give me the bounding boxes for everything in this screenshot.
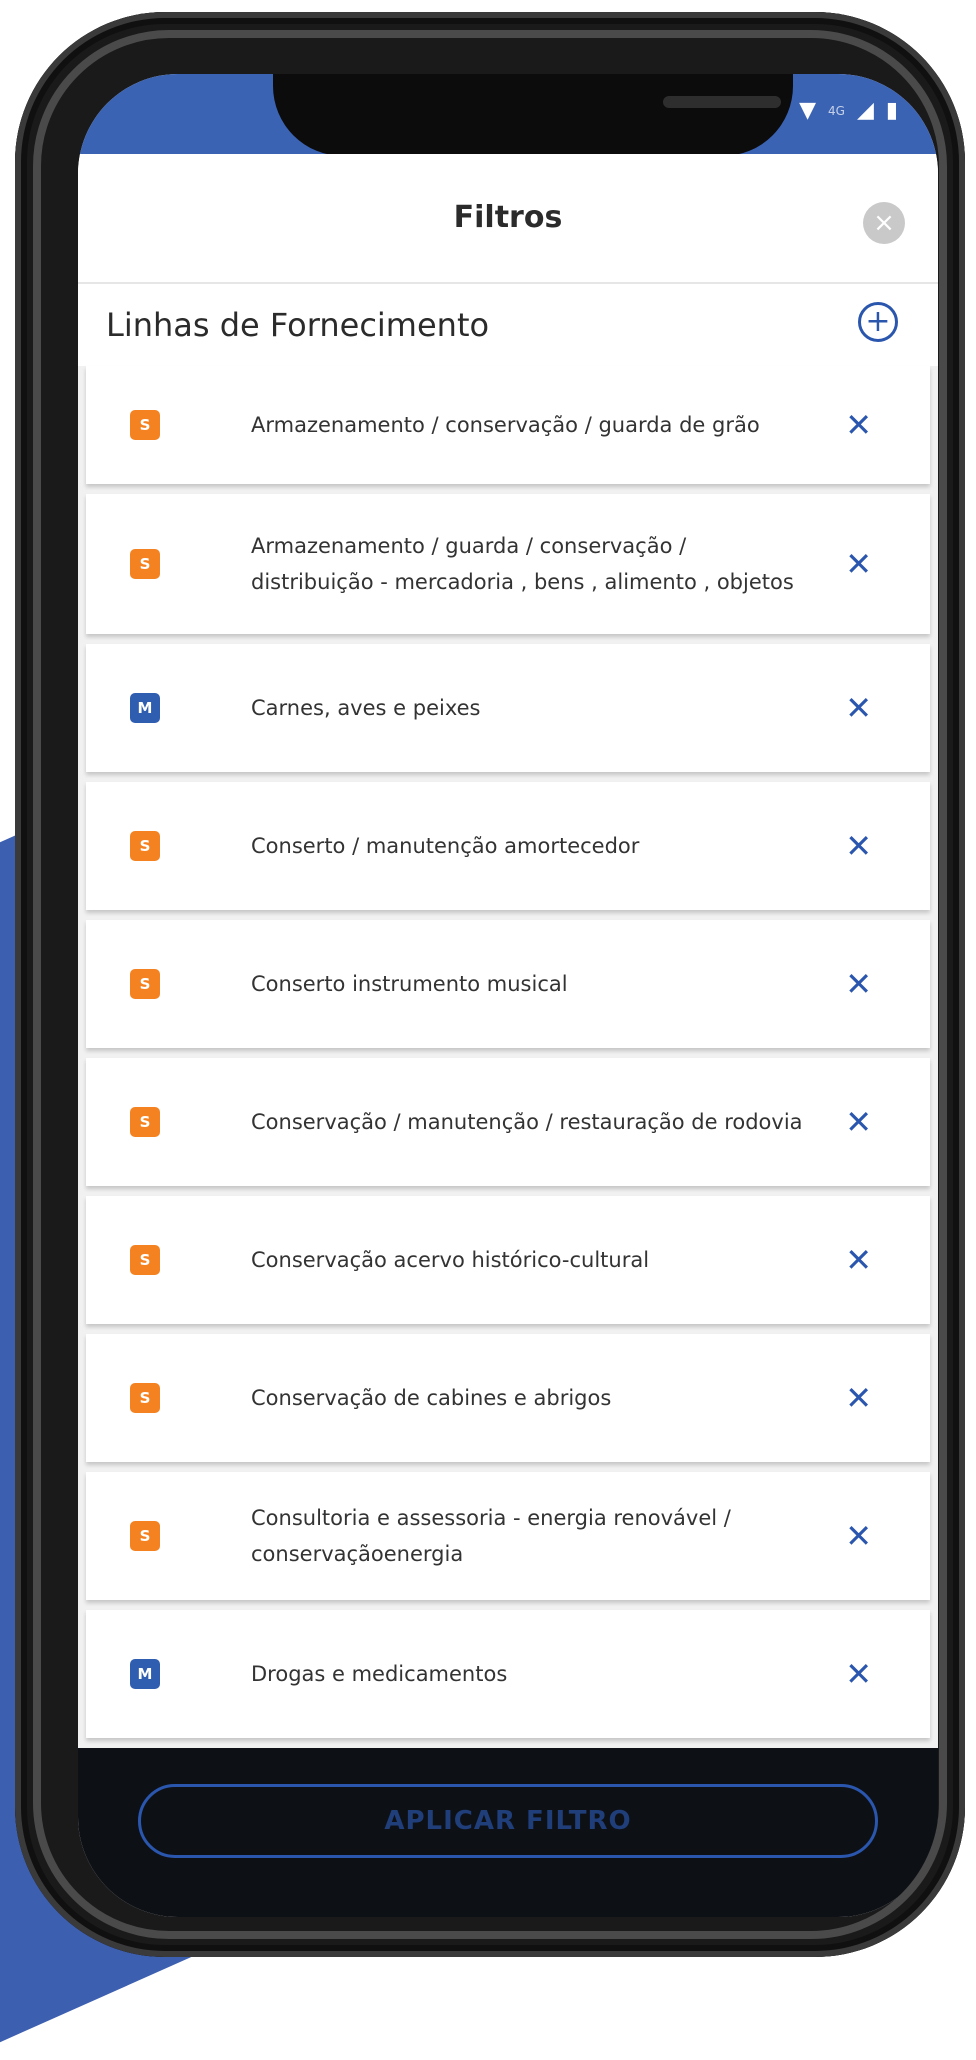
list-item: S Armazenamento / conservação / guarda d… [86,366,930,484]
service-badge: S [130,1521,160,1551]
list-item: M Drogas e medicamentos ✕ [86,1610,930,1738]
phone-notch [273,74,793,156]
phone-frame: ▼ 4G ◢ ▮ Filtros × Linhas de Forneciment… [15,12,965,1957]
list-item-label: Conservação acervo histórico-cultural [251,1248,650,1272]
add-icon[interactable]: + [858,302,898,342]
remove-icon[interactable]: ✕ [845,1244,872,1276]
signal-icon: ◢ [856,98,874,123]
remove-icon[interactable]: ✕ [845,1106,872,1138]
phone-screen: ▼ 4G ◢ ▮ Filtros × Linhas de Forneciment… [78,74,938,1917]
list-item-label: Conserto instrumento musical [251,972,568,996]
list-item-label: Drogas e medicamentos [251,1662,508,1686]
remove-icon[interactable]: ✕ [845,692,872,724]
list-item: S Conservação de cabines e abrigos ✕ [86,1334,930,1462]
wifi-icon: ▼ [799,98,817,123]
list-item-label: Consultoria e assessoria - energia renov… [251,1506,731,1566]
remove-icon[interactable]: ✕ [845,409,872,441]
remove-icon[interactable]: ✕ [845,1658,872,1690]
speaker-grille [663,96,781,108]
apply-filter-button[interactable]: APLICAR FILTRO [138,1784,878,1858]
remove-icon[interactable]: ✕ [845,1520,872,1552]
footer-bar: APLICAR FILTRO [78,1748,938,1917]
list-item-label: Carnes, aves e peixes [251,696,481,720]
section-header: Linhas de Fornecimento + [78,284,938,366]
service-badge: S [130,1245,160,1275]
list-item: S Consultoria e assessoria - energia ren… [86,1472,930,1600]
remove-icon[interactable]: ✕ [845,830,872,862]
network-type-label: 4G [828,103,845,118]
material-badge: M [130,693,160,723]
service-badge: S [130,831,160,861]
filters-content[interactable]: Linhas de Fornecimento + S Armazenamento… [78,284,938,1749]
list-item: M Carnes, aves e peixes ✕ [86,644,930,772]
filters-header: Filtros × [78,154,938,284]
list-item-label: Conserto / manutenção amortecedor [251,834,640,858]
service-badge: S [130,969,160,999]
list-item: S Conservação / manutenção / restauração… [86,1058,930,1186]
list-item: S Conservação acervo histórico-cultural … [86,1196,930,1324]
section-title: Linhas de Fornecimento [106,306,490,344]
remove-icon[interactable]: ✕ [845,968,872,1000]
close-icon[interactable]: × [863,202,905,244]
list-item: S Conserto / manutenção amortecedor ✕ [86,782,930,910]
page-title: Filtros [453,200,563,235]
status-icons: ▼ 4G ◢ ▮ [799,98,898,123]
list-item-label: Conservação / manutenção / restauração d… [251,1110,803,1134]
service-badge: S [130,410,160,440]
remove-icon[interactable]: ✕ [845,1382,872,1414]
supply-lines-list: S Armazenamento / conservação / guarda d… [78,366,938,1738]
list-item: S Conserto instrumento musical ✕ [86,920,930,1048]
list-item-label: Conservação de cabines e abrigos [251,1386,612,1410]
list-item-label: Armazenamento / conservação / guarda de … [251,413,760,437]
list-item-label: Armazenamento / guarda / conservação / d… [251,534,794,594]
service-badge: S [130,549,160,579]
remove-icon[interactable]: ✕ [845,548,872,580]
service-badge: S [130,1383,160,1413]
list-item: S Armazenamento / guarda / conservação /… [86,494,930,634]
service-badge: S [130,1107,160,1137]
material-badge: M [130,1659,160,1689]
battery-icon: ▮ [885,98,898,123]
